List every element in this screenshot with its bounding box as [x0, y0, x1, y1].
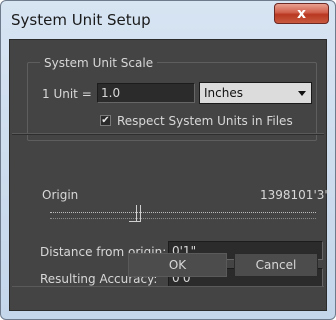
- divider: [12, 286, 324, 287]
- origin-label: Origin: [42, 188, 79, 202]
- close-button[interactable]: x: [274, 3, 329, 24]
- title-bar[interactable]: System Unit Setup x: [1, 1, 335, 39]
- origin-slider-track[interactable]: [50, 212, 316, 215]
- check-icon: ✔: [101, 115, 110, 126]
- origin-slider-thumb[interactable]: [136, 205, 141, 221]
- cancel-label: Cancel: [255, 258, 297, 272]
- origin-slider-thumb-foot: [129, 221, 141, 222]
- close-icon: x: [296, 6, 307, 22]
- ok-button[interactable]: OK: [128, 253, 227, 277]
- unit-label: 1 Unit =: [42, 87, 92, 101]
- origin-readout: 1398101'3": [260, 188, 330, 202]
- ok-label: OK: [168, 258, 187, 272]
- unit-type-dropdown[interactable]: Inches: [199, 82, 312, 104]
- unit-value: 1.0: [101, 86, 121, 100]
- respect-system-units-checkbox[interactable]: ✔: [100, 115, 111, 126]
- dropdown-arrow-icon: [298, 91, 306, 96]
- origin-slider-ticks: [50, 218, 316, 223]
- unit-type-selected: Inches: [204, 86, 243, 100]
- window-title: System Unit Setup: [11, 11, 151, 29]
- respect-system-units-label: Respect System Units in Files: [117, 114, 293, 128]
- dialog-window: System Unit Setup x System Unit Scale 1 …: [0, 0, 336, 320]
- cancel-button[interactable]: Cancel: [234, 253, 318, 277]
- unit-value-field[interactable]: 1.0: [97, 83, 195, 103]
- system-unit-scale-title: System Unit Scale: [40, 56, 158, 70]
- divider: [12, 134, 324, 135]
